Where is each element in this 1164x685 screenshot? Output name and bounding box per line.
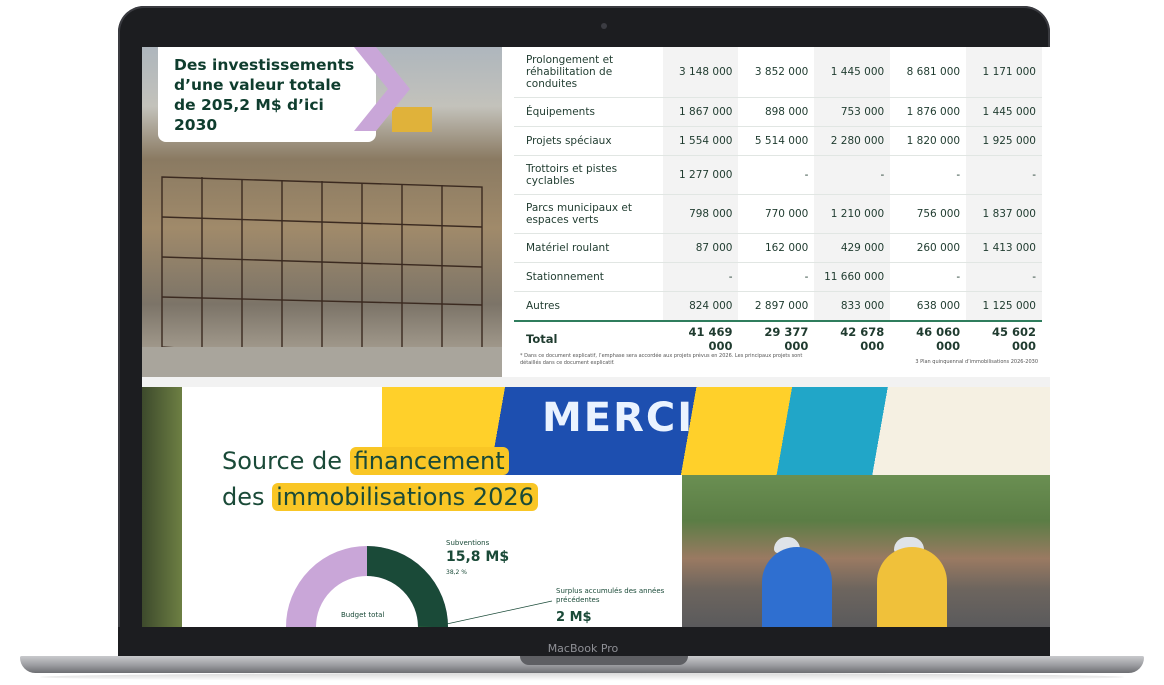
row-value: 1 413 000 (966, 233, 1042, 263)
row-value: 1 445 000 (966, 97, 1042, 127)
total-value: 42 678 000 (814, 320, 891, 356)
investment-table: Prolongement et réhabilitation de condui… (514, 47, 1042, 356)
title-plain: Source de (222, 447, 350, 475)
title-highlight: immobilisations 2026 (272, 483, 538, 511)
row-value: - (814, 155, 891, 195)
page-footer: 3 Plan quinquennal d’immobilisations 202… (915, 359, 1038, 365)
row-value: 1 837 000 (966, 194, 1042, 234)
row-value: - (966, 155, 1042, 195)
row-value: 1 210 000 (814, 194, 891, 234)
row-label: Autres (514, 291, 663, 322)
row-value: 1 867 000 (662, 97, 739, 127)
opening-notch (520, 656, 688, 665)
laptop-screen: Des investissements d’une valeur totale … (142, 47, 1050, 627)
row-label: Projets spéciaux (514, 126, 663, 156)
row-label: Stationnement (514, 262, 663, 292)
surplus-label: Surplus accumulés des années précédentes (556, 587, 665, 604)
row-value: 1 876 000 (890, 97, 967, 127)
footnote: * Dans ce document explicatif, l’emphase… (520, 353, 803, 366)
table-row: Équipements 1 867 000 898 000 753 000 1 876 … (514, 97, 1042, 127)
total-value: 45 602 000 (966, 320, 1042, 356)
row-value: 756 000 (890, 194, 967, 234)
banner-text: MERCI (542, 395, 695, 441)
title-highlight: financement (349, 447, 509, 475)
row-label: Équipements (514, 97, 663, 127)
row-label: Prolongement et réhabilitation de condui… (514, 47, 663, 98)
total-label: Total (514, 320, 663, 356)
chevron-arrow-icon (354, 47, 410, 131)
row-label: Parcs municipaux et espaces verts (514, 194, 663, 234)
row-value: 5 514 000 (738, 126, 815, 156)
row-value: - (662, 262, 739, 292)
row-value: 1 554 000 (662, 126, 739, 156)
table-row: Matériel roulant 87 000 162 000 429 000 260 … (514, 233, 1042, 263)
row-value: 798 000 (662, 194, 739, 234)
table-total-row: Total 41 469 000 29 377 000 42 678 000 46 06… (514, 320, 1042, 356)
total-value: 29 377 000 (738, 320, 815, 356)
cyclist-shape (877, 547, 947, 627)
financing-title-line2: des immobilisations 2026 (222, 483, 538, 511)
table-row: Parcs municipaux et espaces verts 798 000… (514, 194, 1042, 234)
row-value: 3 852 000 (738, 47, 815, 98)
row-value: - (738, 155, 815, 195)
base-shadow (40, 673, 1124, 681)
row-value: 260 000 (890, 233, 967, 263)
cyclists-photo (682, 475, 1050, 627)
row-value: - (890, 155, 967, 195)
row-value: 2 897 000 (738, 291, 815, 322)
leader-line (442, 600, 553, 626)
table-row: Projets spéciaux 1 554 000 5 514 000 2 280 … (514, 126, 1042, 156)
row-value: 1 171 000 (966, 47, 1042, 98)
cyclist-shape (762, 547, 832, 627)
row-label: Trottoirs et pistes cyclables (514, 155, 663, 195)
row-value: 3 148 000 (662, 47, 739, 98)
slide-title: Des investissements d’une valeur totale … (174, 56, 355, 134)
row-value: 1 125 000 (966, 291, 1042, 322)
tree-photo-edge (142, 387, 182, 627)
table-row: Stationnement - -11 660 000- - (514, 262, 1042, 292)
total-value: 41 469 000 (662, 320, 739, 356)
table-row: Autres 824 000 2 897 000 833 000 638 000 1 12… (514, 291, 1042, 322)
row-value: 898 000 (738, 97, 815, 127)
row-value: 11 660 000 (814, 262, 891, 292)
table-row: Trottoirs et pistes cyclables 1 277 000- -… (514, 155, 1042, 195)
table-row: Prolongement et réhabilitation de condui… (514, 47, 1042, 98)
title-plain: des (222, 483, 273, 511)
row-value: 1 445 000 (814, 47, 891, 98)
subventions-amount: 15,8 M$ (446, 549, 510, 565)
slide-financing: MERCI Source de financement des immobili… (142, 387, 1050, 627)
total-value: 46 060 000 (890, 320, 967, 356)
subventions-percent: 38,2 % (446, 569, 467, 576)
financing-title-line1: Source de financement (222, 447, 509, 475)
slide-investments: Des investissements d’une valeur totale … (142, 47, 1050, 377)
row-value: - (966, 262, 1042, 292)
row-value: 2 280 000 (814, 126, 891, 156)
donut-center-label: Budget total (341, 611, 385, 619)
surplus-amount: 2 M$ (556, 610, 592, 625)
row-value: 429 000 (814, 233, 891, 263)
row-value: 1 277 000 (662, 155, 739, 195)
row-value: 87 000 (662, 233, 739, 263)
row-value: 824 000 (662, 291, 739, 322)
row-label: Matériel roulant (514, 233, 663, 263)
row-value: - (738, 262, 815, 292)
brand-label: MacBook Pro (547, 642, 619, 655)
row-value: 638 000 (890, 291, 967, 322)
row-value: - (890, 262, 967, 292)
webcam (601, 23, 607, 29)
row-value: 770 000 (738, 194, 815, 234)
row-value: 753 000 (814, 97, 891, 127)
row-value: 1 820 000 (890, 126, 967, 156)
row-value: 833 000 (814, 291, 891, 322)
row-value: 1 925 000 (966, 126, 1042, 156)
row-value: 8 681 000 (890, 47, 967, 98)
row-value: 162 000 (738, 233, 815, 263)
subventions-label: Subventions (446, 539, 490, 547)
